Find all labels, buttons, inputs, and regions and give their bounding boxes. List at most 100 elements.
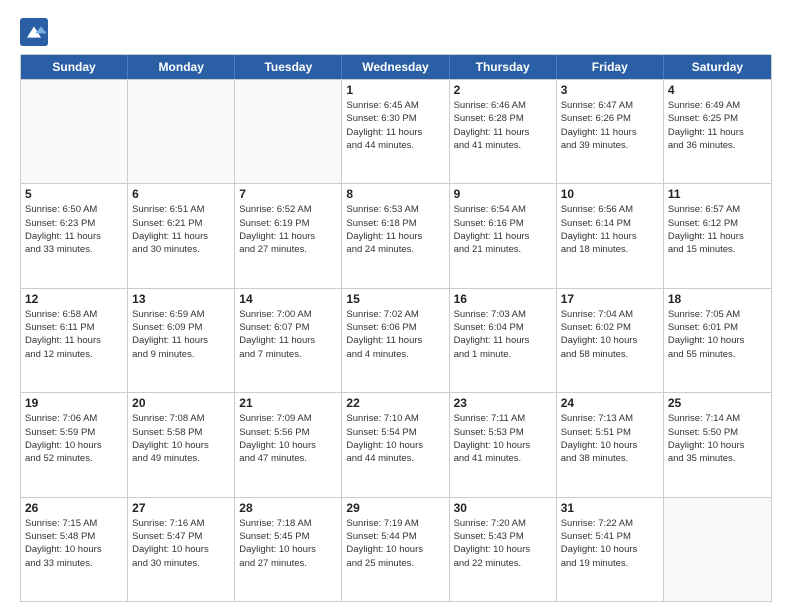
day-cell-empty [664,498,771,601]
day-info: Sunrise: 6:52 AM Sunset: 6:19 PM Dayligh… [239,203,337,256]
calendar-row-3: 12 Sunrise: 6:58 AM Sunset: 6:11 PM Dayli… [21,288,771,392]
day-cell-16: 16 Sunrise: 7:03 AM Sunset: 6:04 PM Dayli… [450,289,557,392]
day-info: Sunrise: 7:22 AM Sunset: 5:41 PM Dayligh… [561,517,659,570]
day-number: 27 [132,501,230,515]
day-number: 13 [132,292,230,306]
day-cell-8: 8 Sunrise: 6:53 AM Sunset: 6:18 PM Daylig… [342,184,449,287]
day-number: 28 [239,501,337,515]
day-number: 2 [454,83,552,97]
day-info: Sunrise: 7:11 AM Sunset: 5:53 PM Dayligh… [454,412,552,465]
day-cell-31: 31 Sunrise: 7:22 AM Sunset: 5:41 PM Dayli… [557,498,664,601]
page: SundayMondayTuesdayWednesdayThursdayFrid… [0,0,792,612]
day-cell-24: 24 Sunrise: 7:13 AM Sunset: 5:51 PM Dayli… [557,393,664,496]
day-cell-17: 17 Sunrise: 7:04 AM Sunset: 6:02 PM Dayli… [557,289,664,392]
weekday-header-friday: Friday [557,55,664,79]
day-cell-13: 13 Sunrise: 6:59 AM Sunset: 6:09 PM Dayli… [128,289,235,392]
day-info: Sunrise: 6:50 AM Sunset: 6:23 PM Dayligh… [25,203,123,256]
day-number: 23 [454,396,552,410]
day-number: 16 [454,292,552,306]
day-number: 3 [561,83,659,97]
calendar-header: SundayMondayTuesdayWednesdayThursdayFrid… [21,55,771,79]
calendar-row-4: 19Sunrise: 7:06 AM Sunset: 5:59 PM Dayli… [21,392,771,496]
day-number: 29 [346,501,444,515]
day-cell-6: 6 Sunrise: 6:51 AM Sunset: 6:21 PM Daylig… [128,184,235,287]
day-cell-23: 23 Sunrise: 7:11 AM Sunset: 5:53 PM Dayli… [450,393,557,496]
day-cell-2: 2 Sunrise: 6:46 AM Sunset: 6:28 PM Daylig… [450,80,557,183]
calendar-row-1: 1Sunrise: 6:45 AM Sunset: 6:30 PM Daylig… [21,79,771,183]
day-info: Sunrise: 6:54 AM Sunset: 6:16 PM Dayligh… [454,203,552,256]
day-cell-21: 21 Sunrise: 7:09 AM Sunset: 5:56 PM Dayli… [235,393,342,496]
day-info: Sunrise: 6:56 AM Sunset: 6:14 PM Dayligh… [561,203,659,256]
day-cell-10: 10 Sunrise: 6:56 AM Sunset: 6:14 PM Dayli… [557,184,664,287]
day-number: 8 [346,187,444,201]
day-number: 25 [668,396,767,410]
day-number: 10 [561,187,659,201]
day-info: Sunrise: 6:58 AM Sunset: 6:11 PM Dayligh… [25,308,123,361]
day-info: Sunrise: 6:51 AM Sunset: 6:21 PM Dayligh… [132,203,230,256]
weekday-header-wednesday: Wednesday [342,55,449,79]
day-cell-3: 3 Sunrise: 6:47 AM Sunset: 6:26 PM Daylig… [557,80,664,183]
day-info: Sunrise: 7:19 AM Sunset: 5:44 PM Dayligh… [346,517,444,570]
calendar-body: 1Sunrise: 6:45 AM Sunset: 6:30 PM Daylig… [21,79,771,601]
day-cell-11: 11Sunrise: 6:57 AM Sunset: 6:12 PM Dayli… [664,184,771,287]
day-info: Sunrise: 7:13 AM Sunset: 5:51 PM Dayligh… [561,412,659,465]
day-number: 26 [25,501,123,515]
day-info: Sunrise: 7:04 AM Sunset: 6:02 PM Dayligh… [561,308,659,361]
day-cell-9: 9Sunrise: 6:54 AM Sunset: 6:16 PM Daylig… [450,184,557,287]
day-number: 20 [132,396,230,410]
day-info: Sunrise: 7:09 AM Sunset: 5:56 PM Dayligh… [239,412,337,465]
logo [20,18,52,46]
day-cell-1: 1Sunrise: 6:45 AM Sunset: 6:30 PM Daylig… [342,80,449,183]
day-info: Sunrise: 7:02 AM Sunset: 6:06 PM Dayligh… [346,308,444,361]
day-number: 5 [25,187,123,201]
day-info: Sunrise: 6:59 AM Sunset: 6:09 PM Dayligh… [132,308,230,361]
day-info: Sunrise: 6:46 AM Sunset: 6:28 PM Dayligh… [454,99,552,152]
day-number: 6 [132,187,230,201]
day-info: Sunrise: 7:05 AM Sunset: 6:01 PM Dayligh… [668,308,767,361]
day-info: Sunrise: 7:16 AM Sunset: 5:47 PM Dayligh… [132,517,230,570]
day-number: 22 [346,396,444,410]
day-number: 31 [561,501,659,515]
day-cell-15: 15Sunrise: 7:02 AM Sunset: 6:06 PM Dayli… [342,289,449,392]
day-cell-14: 14Sunrise: 7:00 AM Sunset: 6:07 PM Dayli… [235,289,342,392]
calendar: SundayMondayTuesdayWednesdayThursdayFrid… [20,54,772,602]
day-number: 14 [239,292,337,306]
day-cell-7: 7 Sunrise: 6:52 AM Sunset: 6:19 PM Daylig… [235,184,342,287]
calendar-row-2: 5 Sunrise: 6:50 AM Sunset: 6:23 PM Daylig… [21,183,771,287]
day-number: 24 [561,396,659,410]
day-info: Sunrise: 6:47 AM Sunset: 6:26 PM Dayligh… [561,99,659,152]
day-info: Sunrise: 7:03 AM Sunset: 6:04 PM Dayligh… [454,308,552,361]
day-info: Sunrise: 7:18 AM Sunset: 5:45 PM Dayligh… [239,517,337,570]
day-cell-18: 18Sunrise: 7:05 AM Sunset: 6:01 PM Dayli… [664,289,771,392]
day-cell-25: 25 Sunrise: 7:14 AM Sunset: 5:50 PM Dayli… [664,393,771,496]
day-number: 1 [346,83,444,97]
day-number: 11 [668,187,767,201]
calendar-row-5: 26 Sunrise: 7:15 AM Sunset: 5:48 PM Dayli… [21,497,771,601]
day-cell-empty [21,80,128,183]
day-info: Sunrise: 7:15 AM Sunset: 5:48 PM Dayligh… [25,517,123,570]
day-info: Sunrise: 6:53 AM Sunset: 6:18 PM Dayligh… [346,203,444,256]
day-cell-22: 22Sunrise: 7:10 AM Sunset: 5:54 PM Dayli… [342,393,449,496]
day-number: 12 [25,292,123,306]
day-cell-29: 29 Sunrise: 7:19 AM Sunset: 5:44 PM Dayli… [342,498,449,601]
day-cell-30: 30Sunrise: 7:20 AM Sunset: 5:43 PM Dayli… [450,498,557,601]
day-cell-19: 19Sunrise: 7:06 AM Sunset: 5:59 PM Dayli… [21,393,128,496]
day-cell-27: 27 Sunrise: 7:16 AM Sunset: 5:47 PM Dayli… [128,498,235,601]
day-info: Sunrise: 7:14 AM Sunset: 5:50 PM Dayligh… [668,412,767,465]
day-info: Sunrise: 7:06 AM Sunset: 5:59 PM Dayligh… [25,412,123,465]
weekday-header-tuesday: Tuesday [235,55,342,79]
day-number: 17 [561,292,659,306]
day-cell-empty [235,80,342,183]
weekday-header-saturday: Saturday [664,55,771,79]
logo-icon [20,18,48,46]
weekday-header-thursday: Thursday [450,55,557,79]
day-cell-4: 4Sunrise: 6:49 AM Sunset: 6:25 PM Daylig… [664,80,771,183]
day-number: 4 [668,83,767,97]
weekday-header-monday: Monday [128,55,235,79]
day-number: 30 [454,501,552,515]
day-cell-26: 26 Sunrise: 7:15 AM Sunset: 5:48 PM Dayli… [21,498,128,601]
day-cell-5: 5 Sunrise: 6:50 AM Sunset: 6:23 PM Daylig… [21,184,128,287]
day-cell-empty [128,80,235,183]
day-number: 21 [239,396,337,410]
day-number: 7 [239,187,337,201]
